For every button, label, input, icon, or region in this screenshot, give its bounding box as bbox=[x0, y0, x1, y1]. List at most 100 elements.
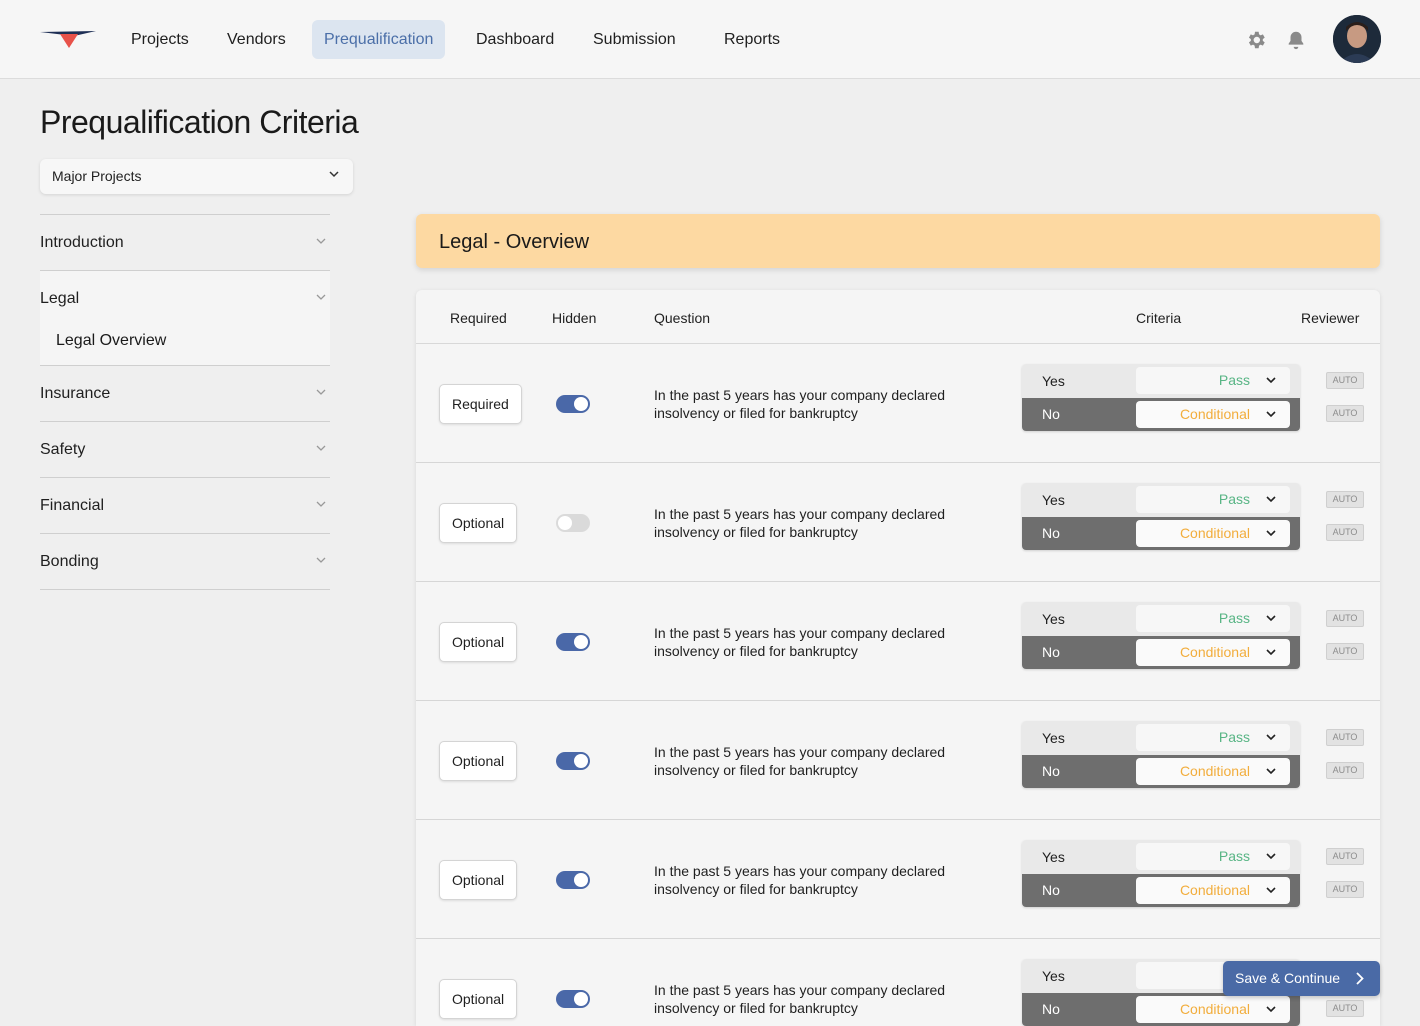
chevron-down-icon bbox=[1266, 1006, 1276, 1013]
sidebar-section-bonding[interactable]: Bonding bbox=[40, 533, 330, 589]
criteria-no-select[interactable]: Conditional bbox=[1136, 758, 1290, 785]
hidden-toggle[interactable] bbox=[556, 990, 590, 1008]
criteria-yes-select[interactable]: Pass bbox=[1136, 367, 1290, 394]
column-header-hidden: Hidden bbox=[552, 310, 597, 326]
criteria-box: Yes Pass No Conditional bbox=[1022, 483, 1300, 550]
requirement-button[interactable]: Optional bbox=[439, 622, 518, 662]
reviewer-no-badge[interactable]: AUTO bbox=[1326, 881, 1364, 898]
question-text: In the past 5 years has your company dec… bbox=[654, 506, 946, 540]
requirement-button[interactable]: Optional bbox=[439, 979, 518, 1019]
question-text: In the past 5 years has your company dec… bbox=[654, 625, 946, 659]
brand-logo[interactable] bbox=[38, 28, 98, 50]
criteria-yes-select[interactable]: Pass bbox=[1136, 486, 1290, 513]
criteria-yes-row: Yes Pass bbox=[1022, 364, 1300, 398]
criteria-yes-select[interactable]: Pass bbox=[1136, 843, 1290, 870]
reviewer-yes-badge[interactable]: AUTO bbox=[1326, 729, 1364, 746]
requirement-button[interactable]: Optional bbox=[439, 503, 518, 543]
requirement-button[interactable]: Required bbox=[439, 384, 522, 424]
criteria-no-select[interactable]: Conditional bbox=[1136, 520, 1290, 547]
chevron-down-icon bbox=[1266, 615, 1276, 622]
criteria-yes-label: Yes bbox=[1042, 730, 1065, 746]
criteria-yes-select[interactable]: Pass bbox=[1136, 605, 1290, 632]
criteria-no-label: No bbox=[1042, 1001, 1060, 1017]
notification-bell-icon[interactable] bbox=[1285, 29, 1307, 51]
question-text: In the past 5 years has your company dec… bbox=[654, 982, 946, 1016]
nav-vendors[interactable]: Vendors bbox=[215, 20, 298, 59]
chevron-right-icon bbox=[1356, 972, 1364, 985]
reviewer-no-badge[interactable]: AUTO bbox=[1326, 405, 1364, 422]
criteria-yes-row: Yes Pass bbox=[1022, 483, 1300, 517]
sidebar-section-introduction[interactable]: Introduction bbox=[40, 214, 330, 270]
sidebar-item-label: Safety bbox=[40, 441, 86, 458]
nav-prequalification[interactable]: Prequalification bbox=[312, 20, 446, 59]
reviewer-yes-badge[interactable]: AUTO bbox=[1326, 372, 1364, 389]
chevron-down-icon bbox=[1266, 853, 1276, 860]
reviewer-no-badge[interactable]: AUTO bbox=[1326, 762, 1364, 779]
chevron-down-icon bbox=[1266, 649, 1276, 656]
sidebar-item-label: Bonding bbox=[40, 553, 99, 570]
chevron-down-icon bbox=[316, 501, 326, 507]
criteria-yes-label: Yes bbox=[1042, 968, 1065, 984]
nav-dashboard[interactable]: Dashboard bbox=[464, 20, 566, 59]
criteria-box: Yes Pass No Conditional bbox=[1022, 721, 1300, 788]
chevron-down-icon bbox=[316, 557, 326, 563]
sidebar-item-label: Legal bbox=[40, 290, 80, 307]
criteria-no-select[interactable]: Conditional bbox=[1136, 877, 1290, 904]
hidden-toggle[interactable] bbox=[556, 633, 590, 651]
hidden-toggle[interactable] bbox=[556, 514, 590, 532]
column-header-required: Required bbox=[450, 310, 507, 326]
criteria-yes-row: Yes Pass bbox=[1022, 602, 1300, 636]
criteria-box: Yes Pass No Conditional bbox=[1022, 840, 1300, 907]
save-continue-button[interactable]: Save & Continue bbox=[1223, 961, 1380, 996]
criteria-no-label: No bbox=[1042, 644, 1060, 660]
chevron-down-icon bbox=[1266, 377, 1276, 384]
toggle-knob bbox=[558, 516, 572, 530]
chevron-down-icon bbox=[1266, 734, 1276, 741]
reviewer-yes-badge[interactable]: AUTO bbox=[1326, 848, 1364, 865]
criteria-yes-label: Yes bbox=[1042, 373, 1065, 389]
settings-gear-icon[interactable] bbox=[1245, 29, 1267, 51]
criteria-no-row: No Conditional bbox=[1022, 993, 1300, 1026]
criteria-sidebar: Introduction Legal Legal Overview Insura… bbox=[40, 214, 330, 590]
criteria-yes-label: Yes bbox=[1042, 492, 1065, 508]
sidebar-section-legal[interactable]: Legal Legal Overview bbox=[40, 270, 330, 365]
chevron-down-icon bbox=[1266, 496, 1276, 503]
reviewer-no-badge[interactable]: AUTO bbox=[1326, 524, 1364, 541]
nav-submission[interactable]: Submission bbox=[581, 20, 688, 59]
reviewer-no-badge[interactable]: AUTO bbox=[1326, 1000, 1364, 1017]
reviewer-yes-badge[interactable]: AUTO bbox=[1326, 491, 1364, 508]
criteria-no-select[interactable]: Conditional bbox=[1136, 401, 1290, 428]
question-text: In the past 5 years has your company dec… bbox=[654, 744, 946, 778]
nav-projects[interactable]: Projects bbox=[119, 20, 201, 59]
criteria-yes-select[interactable]: Pass bbox=[1136, 724, 1290, 751]
reviewer-yes-badge[interactable]: AUTO bbox=[1326, 610, 1364, 627]
table-row: Optional In the past 5 years has your com… bbox=[416, 701, 1380, 820]
criteria-yes-value: Pass bbox=[1218, 372, 1250, 388]
criteria-no-select[interactable]: Conditional bbox=[1136, 996, 1290, 1023]
criteria-no-select[interactable]: Conditional bbox=[1136, 639, 1290, 666]
reviewer-no-badge[interactable]: AUTO bbox=[1326, 643, 1364, 660]
hidden-toggle[interactable] bbox=[556, 752, 590, 770]
criteria-yes-row: Yes Pass bbox=[1022, 721, 1300, 755]
sidebar-section-safety[interactable]: Safety bbox=[40, 421, 330, 477]
criteria-no-row: No Conditional bbox=[1022, 755, 1300, 788]
hidden-toggle[interactable] bbox=[556, 395, 590, 413]
chevron-down-icon bbox=[1266, 530, 1276, 537]
criteria-yes-value: Pass bbox=[1218, 610, 1250, 626]
requirement-button[interactable]: Optional bbox=[439, 741, 518, 781]
project-type-select[interactable]: Major Projects bbox=[40, 159, 353, 194]
requirement-button[interactable]: Optional bbox=[439, 860, 518, 900]
criteria-box: Yes Pass No Conditional bbox=[1022, 364, 1300, 431]
nav-reports[interactable]: Reports bbox=[712, 20, 792, 59]
sidebar-subitem-legal-overview[interactable]: Legal Overview bbox=[40, 326, 330, 365]
criteria-no-label: No bbox=[1042, 525, 1060, 541]
hidden-toggle[interactable] bbox=[556, 871, 590, 889]
criteria-box: Yes Pass No Conditional bbox=[1022, 602, 1300, 669]
sidebar-section-financial[interactable]: Financial bbox=[40, 477, 330, 533]
criteria-yes-value: Pass bbox=[1218, 491, 1250, 507]
sidebar-section-insurance[interactable]: Insurance bbox=[40, 365, 330, 421]
user-avatar[interactable] bbox=[1333, 15, 1381, 63]
criteria-table: Required Hidden Question Criteria Review… bbox=[416, 290, 1380, 1026]
criteria-no-value: Conditional bbox=[1179, 525, 1250, 541]
chevron-down-icon bbox=[1266, 768, 1276, 775]
